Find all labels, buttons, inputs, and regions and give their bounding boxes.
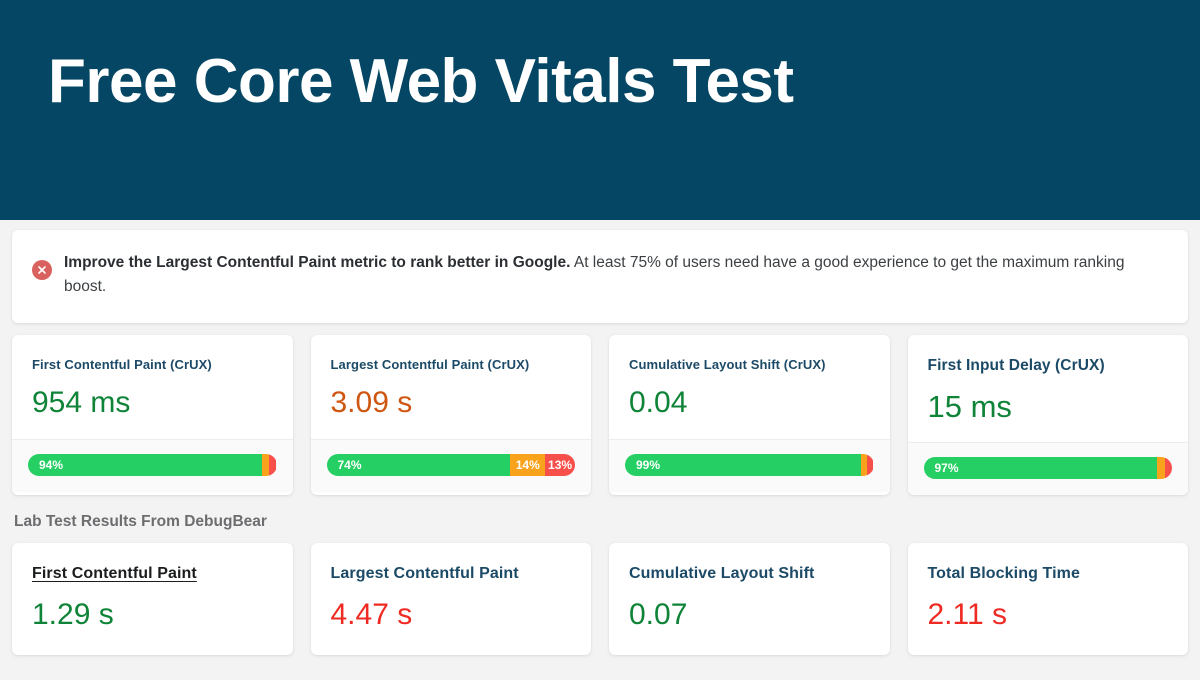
crux-card-body: Cumulative Layout Shift (CrUX) 0.04 [609, 335, 890, 439]
distribution-bar: 97% [923, 457, 1173, 479]
distribution-bar-segment-warn [261, 454, 270, 476]
lab-card-title-link[interactable]: Total Blocking Time [928, 565, 1169, 583]
crux-card-bar-area: 97% [907, 442, 1188, 495]
lab-card[interactable]: First Contentful Paint 1.29 s [12, 543, 293, 655]
distribution-bar-segment-good: 74% [326, 454, 511, 476]
crux-card-body: First Contentful Paint (CrUX) 954 ms [12, 335, 293, 439]
distribution-bar: 74% 14% 13% [326, 454, 576, 476]
crux-card-bar-area: 74% 14% 13% [310, 439, 591, 492]
distribution-bar: 99% [625, 454, 874, 476]
distribution-bar-segment-bad [867, 454, 874, 476]
crux-card-bar-area: 99% [609, 439, 890, 492]
lab-card[interactable]: Total Blocking Time 2.11 s [907, 543, 1188, 655]
lab-card-title-link[interactable]: Largest Contentful Paint [331, 565, 572, 583]
crux-card-title: Largest Contentful Paint (CrUX) [330, 357, 530, 372]
crux-card: Cumulative Layout Shift (CrUX) 0.04 99% [609, 335, 890, 495]
main-content: Improve the Largest Contentful Paint met… [0, 220, 1200, 655]
crux-metric-grid: First Contentful Paint (CrUX) 954 ms 94% La… [12, 335, 1188, 495]
alert-message: Improve the Largest Contentful Paint met… [64, 248, 1166, 299]
lab-card-value: 1.29 s [32, 598, 114, 631]
crux-card: First Input Delay (CrUX) 15 ms 97% [907, 335, 1189, 495]
lab-card-value: 0.07 [629, 598, 688, 631]
lab-metric-grid: First Contentful Paint 1.29 s Largest Cont… [12, 543, 1188, 655]
alert-message-bold: Improve the Largest Contentful Paint met… [64, 254, 571, 271]
crux-card-value: 15 ms [927, 389, 1012, 424]
lab-card-value: 4.47 s [330, 598, 413, 631]
crux-card-value: 0.04 [629, 386, 688, 419]
lab-card-title-link[interactable]: Cumulative Layout Shift [629, 565, 870, 583]
lab-card[interactable]: Largest Contentful Paint 4.47 s [310, 543, 591, 655]
lab-section-heading: Lab Test Results From DebugBear [14, 513, 267, 530]
crux-card-title: First Contentful Paint (CrUX) [32, 357, 212, 372]
crux-card-body: First Input Delay (CrUX) 15 ms [908, 335, 1189, 442]
crux-card: First Contentful Paint (CrUX) 954 ms 94% [12, 335, 293, 495]
distribution-bar-segment-bad [269, 454, 277, 476]
crux-card-value: 3.09 s [330, 386, 413, 419]
error-circle-icon [32, 260, 52, 280]
crux-card-value: 954 ms [32, 386, 131, 419]
distribution-bar-segment-warn: 14% [510, 454, 546, 476]
page-title: Free Core Web Vitals Test [48, 47, 794, 116]
distribution-bar-segment-bad: 13% [545, 454, 575, 476]
crux-card-title: Cumulative Layout Shift (CrUX) [629, 357, 826, 372]
distribution-bar-segment-good: 97% [923, 457, 1158, 479]
distribution-bar-segment-warn [1157, 457, 1165, 479]
lab-card-title-link[interactable]: First Contentful Paint [32, 565, 273, 583]
distribution-bar-segment-good: 94% [28, 454, 262, 476]
alert-banner: Improve the Largest Contentful Paint met… [12, 230, 1188, 323]
distribution-bar-segment-good: 99% [625, 454, 862, 476]
lab-card[interactable]: Cumulative Layout Shift 0.07 [609, 543, 890, 655]
distribution-bar: 94% [28, 454, 277, 476]
distribution-bar-segment-bad [1164, 457, 1172, 479]
crux-card-body: Largest Contentful Paint (CrUX) 3.09 s [311, 335, 592, 439]
crux-card: Largest Contentful Paint (CrUX) 3.09 s 74%… [310, 335, 592, 495]
crux-card-bar-area: 94% [12, 439, 293, 492]
page-header: Free Core Web Vitals Test [0, 0, 1200, 220]
crux-card-title: First Input Delay (CrUX) [927, 357, 1105, 374]
lab-card-value: 2.11 s [927, 598, 1008, 631]
